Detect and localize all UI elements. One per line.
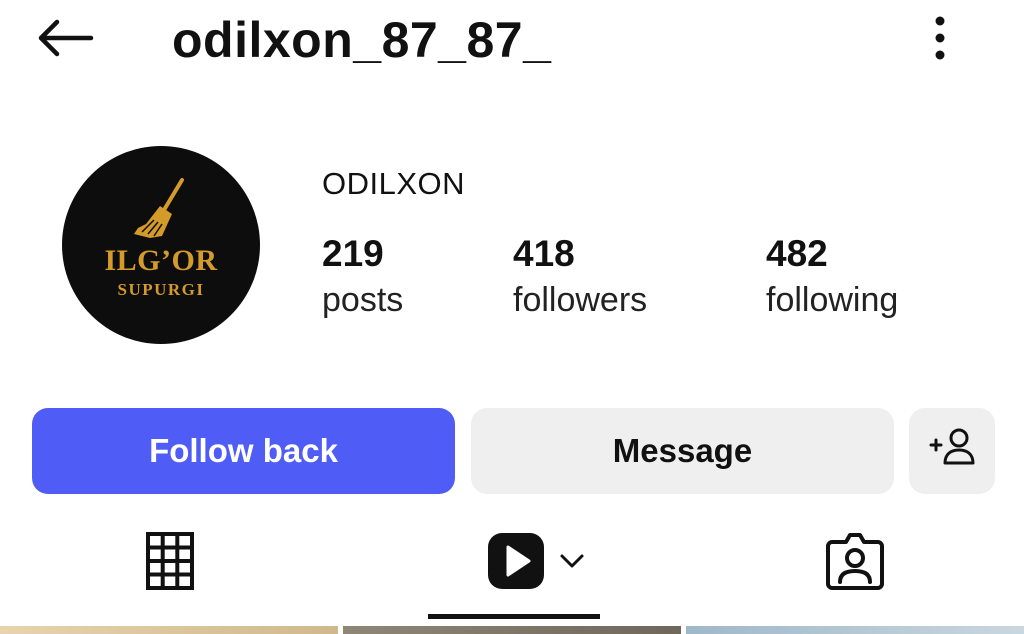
avatar[interactable]: ILG’OR SUPURGI (62, 146, 260, 344)
stat-following[interactable]: 482 following (766, 232, 898, 324)
grid-thumbnail[interactable] (343, 626, 681, 634)
stat-posts-count: 219 (322, 233, 384, 274)
follow-back-button[interactable]: Follow back (32, 408, 455, 494)
posts-grid-preview (0, 626, 1024, 634)
stat-followers[interactable]: 418 followers (513, 232, 647, 324)
stat-posts-label: posts (322, 281, 404, 319)
grid-thumbnail[interactable] (686, 626, 1024, 634)
more-options-button[interactable] (918, 12, 962, 68)
profile-username: odilxon_87_87_ (172, 12, 552, 68)
tab-reels[interactable] (470, 520, 600, 606)
stat-following-label: following (766, 281, 899, 319)
chevron-down-icon (559, 552, 585, 575)
grid-icon (145, 531, 195, 596)
reels-icon (485, 530, 547, 597)
tagged-person-icon (824, 530, 886, 597)
display-name: ODILXON (322, 166, 466, 201)
more-vertical-icon (934, 15, 946, 66)
broom-icon (124, 176, 194, 247)
avatar-logo-title: ILG’OR (104, 244, 218, 277)
arrow-left-icon (33, 18, 95, 63)
message-button[interactable]: Message (471, 408, 894, 494)
stat-followers-count: 418 (513, 233, 575, 274)
add-person-icon (929, 427, 975, 475)
back-button[interactable] (30, 14, 98, 66)
tab-tagged[interactable] (800, 520, 910, 606)
stat-posts[interactable]: 219 posts (322, 232, 403, 324)
top-bar: odilxon_87_87_ (0, 0, 1024, 84)
active-tab-indicator (428, 614, 600, 619)
stat-followers-label: followers (513, 281, 648, 319)
tab-posts[interactable] (120, 520, 220, 606)
avatar-logo-subtitle: SUPURGI (117, 280, 205, 299)
stat-following-count: 482 (766, 233, 828, 274)
grid-thumbnail[interactable] (0, 626, 338, 634)
suggested-users-button[interactable] (909, 408, 995, 494)
